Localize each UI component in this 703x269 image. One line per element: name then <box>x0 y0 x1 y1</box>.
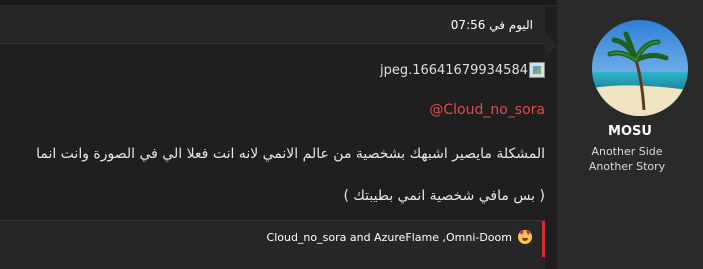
message-text-line: المشكلة مايصير اشبهك بشخصية من عالم الان… <box>36 146 545 162</box>
avatar-beach-image <box>592 20 688 116</box>
reactions-summary[interactable]: Cloud_no_sora and AzureFlame ,Omni-Doom <box>267 230 532 244</box>
reactions-users[interactable]: Cloud_no_sora and AzureFlame ,Omni-Doom <box>267 231 512 244</box>
user-title: Another Side Another Story <box>588 145 666 173</box>
message-arrow <box>545 33 557 57</box>
reactions-bar: Cloud_no_sora and AzureFlame ,Omni-Doom <box>0 220 545 269</box>
post-message: اليوم في 07:56 jpeg.16641679934584 @Clou… <box>0 6 545 269</box>
heart-eyes-emoji-icon <box>518 230 532 244</box>
reactions-accent-bar <box>542 221 545 257</box>
user-info-panel: MOSU Another Side Another Story <box>557 0 703 269</box>
message-text-line: ( بس مافي شخصية انمي بطيبتك ) <box>343 188 545 204</box>
post-date[interactable]: اليوم في 07:56 <box>451 18 533 32</box>
avatar[interactable] <box>592 20 688 116</box>
broken-image-icon <box>529 62 545 78</box>
user-mention-link[interactable]: @Cloud_no_sora <box>429 102 545 118</box>
attached-image[interactable]: jpeg.16641679934584 <box>380 61 545 79</box>
username[interactable]: MOSU <box>557 124 703 139</box>
image-alt-text: jpeg.16641679934584 <box>379 62 528 78</box>
post-header: اليوم في 07:56 <box>0 6 545 44</box>
